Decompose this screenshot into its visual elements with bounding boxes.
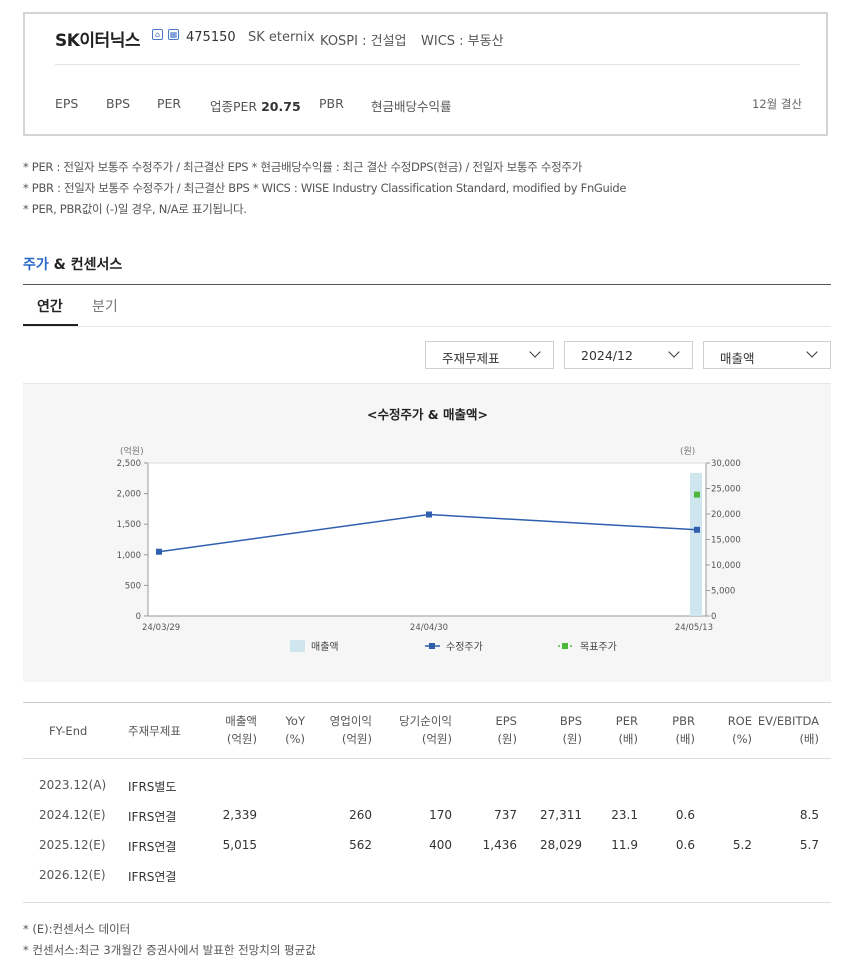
header-label: YoY [285, 714, 305, 728]
table-header-cell: 영업이익 (억원) [330, 712, 372, 748]
left-tick-label: 1,000 [117, 551, 141, 561]
adjusted-price-point [156, 548, 162, 555]
header-label: EV/EBITDA [757, 714, 819, 728]
left-tick-label: 500 [125, 581, 141, 591]
table-cell: 5.7 [799, 838, 819, 852]
x-tick-label: 24/04/30 [410, 623, 448, 633]
table-cell: 737 [494, 808, 517, 822]
table-cell: 400 [429, 838, 452, 852]
header-label: 영업이익 [329, 714, 372, 728]
table-cell: 11.9 [611, 838, 638, 852]
header-unit: (억원) [226, 732, 257, 746]
header-label: 당기순이익 [399, 714, 452, 728]
table-cell: 170 [429, 808, 452, 822]
legend-revenue-swatch [290, 640, 305, 652]
table-cell: 8.5 [799, 808, 819, 822]
header-unit: (억원) [421, 732, 452, 746]
table-cell: 23.1 [611, 808, 638, 822]
table-cell: 0.6 [675, 808, 695, 822]
adjusted-price-point [694, 526, 700, 533]
table-top-border [23, 702, 831, 703]
header-label: PER [615, 714, 638, 728]
fy-end-cell: 2024.12(E) [39, 808, 106, 822]
right-tick-label: 30,000 [711, 459, 741, 469]
header-unit: (배) [799, 732, 819, 746]
footnote-estimate: * (E):컨센서스 데이터 [23, 922, 131, 936]
target-price-point [694, 491, 700, 498]
table-header-cell: 주재무제표 [128, 722, 181, 740]
table-cell: 28,029 [540, 838, 582, 852]
left-tick-label: 1,500 [117, 520, 141, 530]
table-cell: 0.6 [675, 838, 695, 852]
header-unit: (%) [732, 732, 752, 746]
table-cell: 2,339 [222, 808, 257, 822]
table-header-cell: FY-End [49, 722, 87, 740]
x-tick-label: 24/05/13 [675, 623, 713, 633]
header-unit: (배) [618, 732, 638, 746]
table-cell: IFRS연결 [128, 870, 177, 884]
header-unit: (원) [497, 732, 517, 746]
adjusted-price-point [426, 511, 432, 518]
table-header-cell: YoY (%) [285, 712, 305, 748]
price-revenue-chart: (억원) (원) 2,500 2,000 1,500 1,000 500 0 30,000 25,… [117, 445, 741, 653]
legend-price-label: 수정주가 [446, 641, 483, 653]
header-label: PBR [672, 714, 695, 728]
right-axis-unit: (원) [680, 446, 695, 457]
right-tick-label: 5,000 [711, 587, 735, 597]
right-tick-label: 0 [711, 612, 716, 622]
right-tick-label: 20,000 [711, 510, 741, 520]
left-tick-label: 0 [136, 612, 141, 622]
header-unit: (억원) [341, 732, 372, 746]
table-header-cell: PER (배) [616, 712, 638, 748]
left-tick-label: 2,000 [117, 490, 141, 500]
table-header-cell: BPS (원) [560, 712, 582, 748]
header-label: 주재무제표 [128, 724, 181, 738]
right-tick-label: 10,000 [711, 561, 741, 571]
table-bottom-border [23, 902, 831, 903]
x-tick-label: 24/03/29 [142, 623, 180, 633]
header-unit: (원) [562, 732, 582, 746]
header-label: ROE [727, 714, 752, 728]
table-header-cell: PBR (배) [672, 712, 695, 748]
table-header-cell: ROE (%) [728, 712, 752, 748]
table-cell: 562 [349, 838, 372, 852]
table-cell: 5,015 [222, 838, 257, 852]
table-header-cell: EPS (원) [495, 712, 517, 748]
table-cell: 27,311 [540, 808, 582, 822]
table-header-divider [23, 758, 831, 759]
table-header-cell: 매출액 (억원) [225, 712, 257, 748]
header-label: 매출액 [225, 714, 257, 728]
header-label: FY-End [49, 724, 88, 738]
right-tick-label: 25,000 [711, 485, 741, 495]
table-cell: 5.2 [732, 838, 752, 852]
table-cell: IFRS연결 [128, 840, 177, 854]
left-tick-label: 2,500 [117, 459, 141, 469]
legend-target-marker [562, 643, 568, 649]
table-cell: IFRS연결 [128, 810, 177, 824]
right-tick-label: 15,000 [711, 536, 741, 546]
header-unit: (%) [285, 732, 305, 746]
header-label: EPS [495, 714, 517, 728]
footnote-consensus: * 컨센서스:최근 3개월간 증권사에서 발표한 전망치의 평균값 [23, 943, 316, 957]
fy-end-cell: 2026.12(E) [39, 868, 106, 882]
fy-end-cell: 2023.12(A) [39, 778, 107, 792]
legend-revenue-label: 매출액 [311, 641, 339, 653]
table-cell: 1,436 [482, 838, 517, 852]
table-cell: IFRS별도 [128, 780, 177, 794]
header-label: BPS [559, 714, 582, 728]
legend-price-marker [429, 643, 435, 649]
fy-end-cell: 2025.12(E) [39, 838, 106, 852]
table-cell: 260 [349, 808, 372, 822]
left-axis-unit: (억원) [120, 445, 144, 457]
legend-target-label: 목표주가 [580, 641, 617, 653]
table-header-cell: EV/EBITDA (배) [758, 712, 819, 748]
table-header-cell: 당기순이익 (억원) [399, 712, 452, 748]
plot-area [148, 463, 706, 616]
header-unit: (배) [675, 732, 695, 746]
